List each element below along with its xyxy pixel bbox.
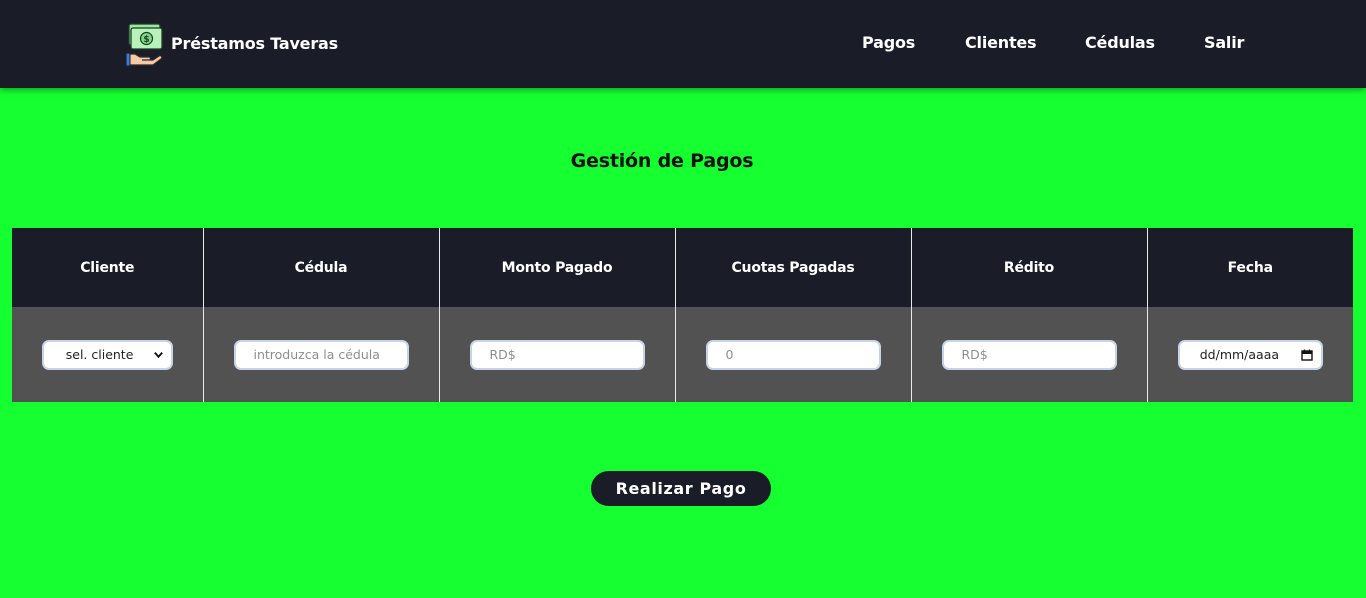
redito-input[interactable] — [941, 339, 1117, 370]
table-row: sel. cliente dd/mm/aaaa — [12, 307, 1353, 402]
header-redito: Rédito — [910, 228, 1147, 307]
monto-pagado-input[interactable] — [469, 339, 645, 370]
header-monto-pagado: Monto Pagado — [438, 228, 675, 307]
brand[interactable]: $ Préstamos Taveras — [126, 22, 338, 66]
money-hand-icon: $ — [126, 23, 163, 66]
nav-link-clientes[interactable]: Clientes — [965, 33, 1037, 52]
header-cuotas-pagadas: Cuotas Pagadas — [674, 228, 911, 307]
fecha-date-input[interactable]: dd/mm/aaaa — [1177, 339, 1323, 370]
cell-cuotas — [674, 307, 911, 402]
cell-cliente: sel. cliente — [12, 307, 203, 402]
header-cliente: Cliente — [12, 228, 203, 307]
cuotas-pagadas-input[interactable] — [705, 339, 881, 370]
realizar-pago-button[interactable]: Realizar Pago — [591, 471, 771, 506]
table-header-row: Cliente Cédula Monto Pagado Cuotas Pagad… — [12, 228, 1353, 307]
nav-link-pagos[interactable]: Pagos — [862, 33, 915, 52]
nav-link-salir[interactable]: Salir — [1204, 33, 1244, 52]
chevron-down-icon — [153, 352, 163, 359]
navbar: $ Préstamos Taveras Pagos Clientes Cédul… — [0, 0, 1366, 88]
cell-cedula — [202, 307, 439, 402]
calendar-icon[interactable] — [1301, 349, 1313, 361]
client-select[interactable]: sel. cliente — [41, 339, 173, 370]
page-title: Gestión de Pagos — [570, 150, 754, 172]
cedula-input[interactable] — [233, 339, 409, 370]
cell-monto — [438, 307, 675, 402]
payments-table: Cliente Cédula Monto Pagado Cuotas Pagad… — [12, 228, 1353, 402]
header-fecha: Fecha — [1146, 228, 1353, 307]
nav-link-cedulas[interactable]: Cédulas — [1085, 33, 1155, 52]
fecha-placeholder: dd/mm/aaaa — [1199, 347, 1280, 362]
header-cedula: Cédula — [202, 228, 439, 307]
client-select-value: sel. cliente — [65, 347, 134, 362]
brand-name: Préstamos Taveras — [171, 34, 338, 53]
svg-text:$: $ — [143, 35, 149, 45]
cell-fecha: dd/mm/aaaa — [1146, 307, 1353, 402]
cell-redito — [910, 307, 1147, 402]
